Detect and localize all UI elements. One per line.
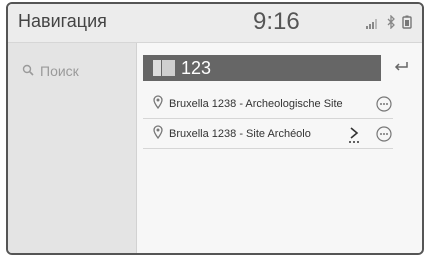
battery-icon	[402, 15, 412, 34]
results-panel: 123 Bruxella 1238 - Archeologische Site	[137, 43, 422, 253]
back-button[interactable]	[387, 55, 417, 81]
status-bar: Навигация 9:16	[8, 4, 422, 43]
result-label: Bruxella 1238 - Archeologische Site	[169, 97, 343, 110]
bluetooth-icon	[386, 14, 396, 34]
result-item-1[interactable]: Bruxella 1238 - Archeologische Site	[143, 89, 393, 119]
search-button[interactable]: Поиск	[8, 43, 136, 99]
clock: 9:16	[253, 8, 300, 35]
signal-bars-icon	[366, 16, 380, 34]
status-icons	[366, 14, 412, 34]
keyboard-icon	[153, 60, 175, 76]
search-query-field[interactable]: 123	[143, 55, 381, 81]
return-arrow-icon	[394, 59, 410, 77]
map-pin-icon	[153, 95, 163, 112]
result-label: Bruxella 1238 - Site Archéolo	[169, 127, 311, 140]
navigate-arrow-icon[interactable]	[347, 125, 363, 145]
map-pin-icon	[153, 125, 163, 142]
search-query-text: 123	[181, 57, 212, 78]
app-title: Навигация	[18, 11, 107, 31]
screen-frame: Навигация 9:16 Поиск 123 Bruxella 1238 -…	[6, 2, 424, 255]
search-label: Поиск	[40, 63, 79, 79]
more-options-icon[interactable]	[375, 95, 393, 113]
result-item-2[interactable]: Bruxella 1238 - Site Archéolo	[143, 119, 393, 149]
sidebar: Поиск	[8, 43, 137, 253]
more-options-icon[interactable]	[375, 125, 393, 143]
magnifier-icon	[22, 63, 34, 79]
